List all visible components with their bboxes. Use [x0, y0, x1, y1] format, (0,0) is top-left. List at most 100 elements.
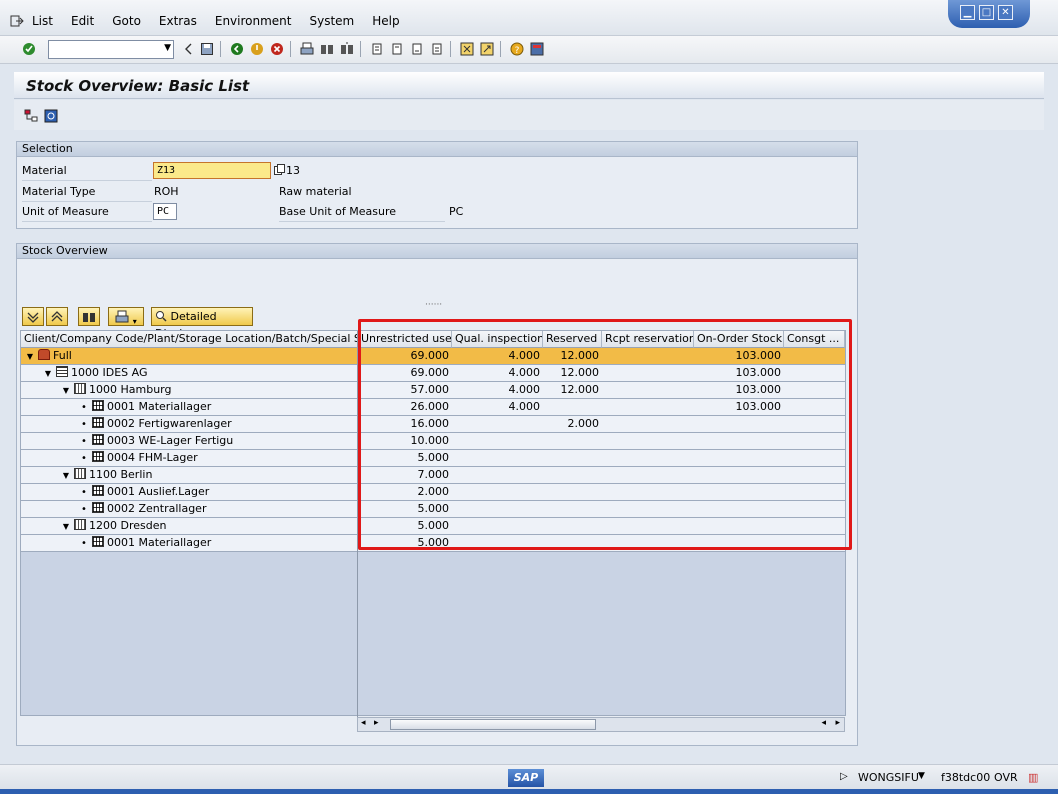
- cell-on-order: [694, 450, 784, 466]
- table-row[interactable]: ▼ 1100 Berlin 7.000: [21, 467, 845, 484]
- save-icon[interactable]: [200, 42, 214, 56]
- cell-reserved: [543, 518, 602, 534]
- cancel-icon[interactable]: [270, 42, 284, 56]
- find-button[interactable]: [78, 307, 100, 326]
- help-icon[interactable]: ?: [510, 42, 524, 56]
- cell-qual-inspection: [452, 535, 543, 551]
- cell-qual-inspection: [452, 416, 543, 432]
- table-row[interactable]: • 0004 FHM-Lager 5.000: [21, 450, 845, 467]
- menu-extras[interactable]: Extras: [159, 14, 197, 28]
- find-icon[interactable]: [320, 42, 334, 56]
- scroll-right-icon[interactable]: ▸: [835, 718, 840, 728]
- table-row[interactable]: • 0001 Auslief.Lager 2.000: [21, 484, 845, 501]
- cell-hierarchy: ▼ Full: [25, 348, 355, 364]
- expand-node-icon[interactable]: ▼: [43, 366, 53, 381]
- copy-icon[interactable]: [274, 164, 285, 175]
- cell-consignment: [784, 450, 845, 466]
- table-row[interactable]: • 0002 Fertigwarenlager 16.000 2.000: [21, 416, 845, 433]
- cell-reserved: [543, 433, 602, 449]
- menu-environment[interactable]: Environment: [215, 14, 292, 28]
- cell-on-order: 103.000: [735, 349, 782, 362]
- menu-edit[interactable]: Edit: [71, 14, 94, 28]
- cell-rcpt-reservation: [602, 518, 694, 534]
- cell-unrestricted: 69.000: [410, 366, 450, 379]
- scrollbar-thumb[interactable]: [390, 719, 596, 730]
- enter-icon[interactable]: [22, 42, 36, 56]
- cell-hierarchy: • 0001 Auslief.Lager: [79, 484, 355, 500]
- shortcut-icon[interactable]: [480, 42, 494, 56]
- cell-consignment: [784, 535, 845, 551]
- menu-goto[interactable]: Goto: [112, 14, 141, 28]
- node-label: Full: [53, 349, 72, 362]
- column-header-qual-inspection[interactable]: Qual. inspection: [452, 331, 543, 348]
- find-next-icon[interactable]: [340, 42, 354, 56]
- expand-node-icon[interactable]: ▼: [61, 468, 71, 483]
- table-row[interactable]: • 0001 Materiallager 26.000 4.000 103.000: [21, 399, 845, 416]
- node-label: 0001 Auslief.Lager: [107, 485, 210, 498]
- column-header-hierarchy[interactable]: Client/Company Code/Plant/Storage Locati…: [21, 331, 358, 348]
- close-icon[interactable]: ✕: [998, 5, 1013, 20]
- column-header-reserved[interactable]: Reserved: [543, 331, 602, 348]
- command-field[interactable]: ▼: [48, 40, 174, 59]
- menu-list[interactable]: List: [32, 14, 53, 28]
- column-header-rcpt-reservation[interactable]: Rcpt reservation: [602, 331, 694, 348]
- last-page-icon[interactable]: [430, 42, 444, 56]
- cell-qual-inspection: 4.000: [508, 366, 541, 379]
- horizontal-scrollbar[interactable]: ◂ ▸ ◂ ▸: [357, 717, 845, 732]
- cell-on-order: [694, 484, 784, 500]
- table-row[interactable]: • 0002 Zentrallager 5.000: [21, 501, 845, 518]
- print-button[interactable]: ▾: [108, 307, 144, 326]
- cell-on-order: [694, 501, 784, 517]
- detailed-display-button[interactable]: Detailed Display: [151, 307, 253, 340]
- column-header-consignment[interactable]: Consgt ...: [784, 331, 845, 348]
- cell-unrestricted: 5.000: [417, 502, 450, 515]
- hierarchy-icon[interactable]: [24, 109, 38, 123]
- column-header-unrestricted[interactable]: Unrestricted use: [358, 331, 452, 348]
- chevron-down-icon[interactable]: ▼: [164, 43, 171, 53]
- table-row[interactable]: ▼ 1000 IDES AG 69.000 4.000 12.000 103.000: [21, 365, 845, 382]
- minimize-icon[interactable]: ▁: [960, 5, 975, 20]
- collapse-button[interactable]: [46, 307, 68, 326]
- cell-hierarchy: ▼ 1200 Dresden: [61, 518, 355, 534]
- leaf-node-icon: •: [81, 402, 87, 413]
- status-server: f38tdc00: [941, 771, 991, 784]
- column-header-on-order[interactable]: On-Order Stock: [694, 331, 784, 348]
- menu-system[interactable]: System: [309, 14, 354, 28]
- material-input[interactable]: Z13: [153, 162, 271, 179]
- exit-icon[interactable]: [250, 42, 264, 56]
- window-bottom-edge: [0, 789, 1058, 794]
- scroll-left-icon[interactable]: ◂: [361, 718, 366, 728]
- next-page-icon[interactable]: [410, 42, 424, 56]
- expand-node-icon[interactable]: ▼: [61, 519, 71, 534]
- first-page-icon[interactable]: [370, 42, 384, 56]
- layout-icon[interactable]: [530, 42, 544, 56]
- scroll-right-icon[interactable]: ▸: [374, 718, 379, 728]
- expand-button[interactable]: [22, 307, 44, 326]
- scroll-left-icon[interactable]: ◂: [821, 718, 826, 728]
- cell-reserved: [543, 484, 602, 500]
- cell-rcpt-reservation: [602, 399, 694, 415]
- table-row[interactable]: ▼ Full 69.000 4.000 12.000 103.000: [21, 348, 845, 365]
- table-row[interactable]: ▼ 1000 Hamburg 57.000 4.000 12.000 103.000: [21, 382, 845, 399]
- cell-qual-inspection: [452, 501, 543, 517]
- maximize-icon[interactable]: □: [979, 5, 994, 20]
- table-row[interactable]: • 0003 WE-Lager Fertigu 10.000: [21, 433, 845, 450]
- expand-node-icon[interactable]: ▼: [61, 383, 71, 398]
- print-icon[interactable]: [300, 42, 314, 56]
- expand-node-icon[interactable]: ▼: [25, 349, 35, 364]
- create-session-icon[interactable]: [460, 42, 474, 56]
- green-back-icon[interactable]: [230, 42, 244, 56]
- table-row[interactable]: • 0001 Materiallager 5.000: [21, 535, 845, 552]
- logoff-icon[interactable]: [10, 15, 24, 27]
- splitter-handle[interactable]: ······: [425, 300, 442, 310]
- table-row[interactable]: ▼ 1200 Dresden 5.000: [21, 518, 845, 535]
- plant-icon: [74, 468, 86, 479]
- menu-help[interactable]: Help: [372, 14, 399, 28]
- uom-input[interactable]: PC: [153, 203, 177, 220]
- status-expand-icon[interactable]: ▷: [840, 771, 848, 782]
- refresh-icon[interactable]: [44, 109, 58, 123]
- prev-page-icon[interactable]: [390, 42, 404, 56]
- back-icon[interactable]: [182, 42, 196, 56]
- chevron-down-icon[interactable]: ▼: [918, 771, 925, 781]
- stock-grid[interactable]: Client/Company Code/Plant/Storage Locati…: [20, 330, 846, 717]
